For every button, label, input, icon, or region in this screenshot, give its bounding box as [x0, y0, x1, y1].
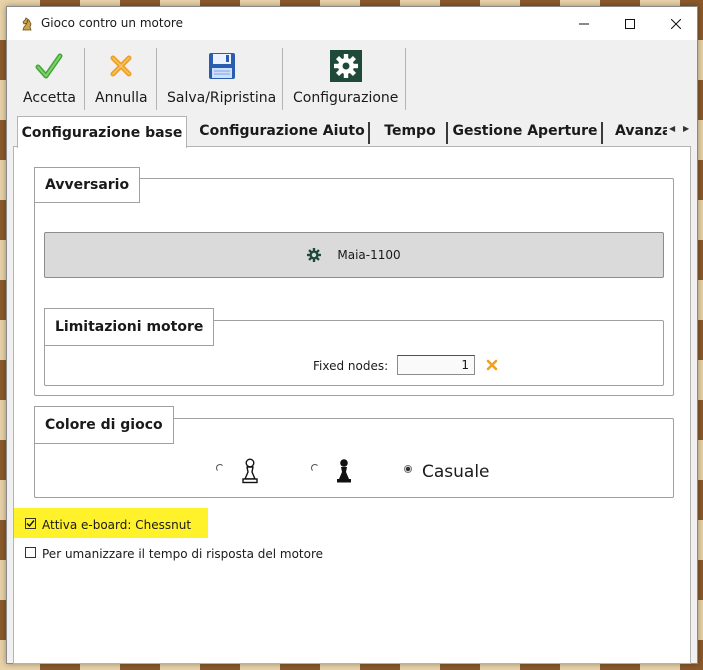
checkmark-icon	[26, 520, 35, 528]
humanize-checkbox[interactable]	[25, 547, 36, 558]
tab-label: Configurazione base	[21, 124, 183, 141]
random-label: Casuale	[422, 462, 490, 482]
white-pawn-icon	[242, 458, 258, 484]
black-radio[interactable]	[311, 464, 319, 472]
fixed-nodes-input[interactable]: 1	[397, 355, 475, 375]
engine-name: Maia-1100	[337, 248, 401, 262]
engine-gear-icon	[307, 248, 322, 262]
clear-x-icon[interactable]	[486, 359, 498, 371]
engine-limits-group-title: Limitazioni motore	[44, 308, 215, 346]
opponent-group-title: Avversario	[34, 167, 141, 203]
content-layer: Avversario Maia-1100 Limitazioni motore …	[0, 0, 703, 670]
random-radio[interactable]	[404, 465, 412, 473]
humanize-label: Per umanizzare il tempo di risposta del …	[42, 547, 324, 561]
eboard-label: Attiva e-board: Chessnut	[42, 518, 192, 532]
play-color-group-title: Colore di gioco	[34, 406, 174, 444]
white-radio[interactable]	[216, 464, 224, 472]
engine-select-button[interactable]: Maia-1100	[44, 232, 664, 278]
tab-configurazione-base[interactable]: Configurazione base	[17, 116, 187, 148]
fixed-nodes-label: Fixed nodes:	[313, 359, 389, 373]
black-pawn-icon	[337, 459, 351, 483]
eboard-checkbox[interactable]	[25, 518, 36, 529]
